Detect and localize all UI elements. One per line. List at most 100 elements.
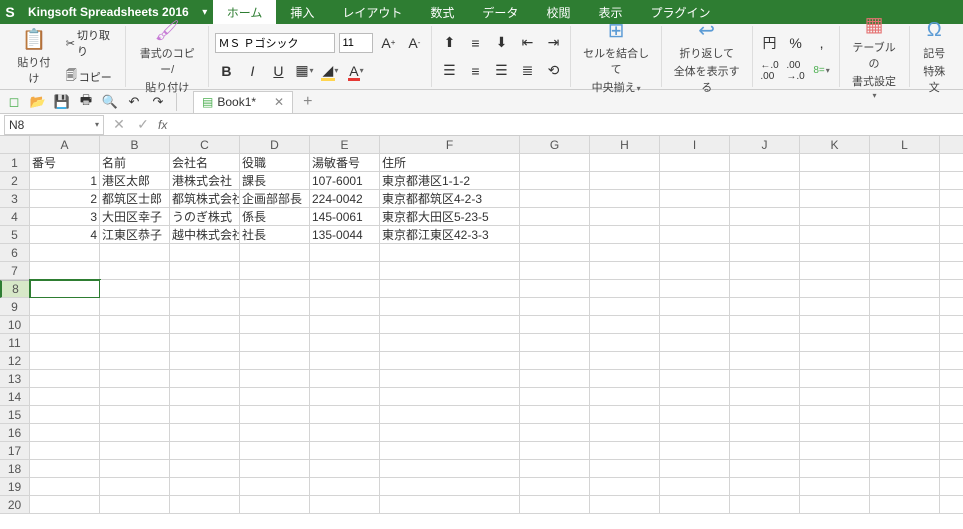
cell-H11[interactable] xyxy=(590,334,660,352)
cell-J2[interactable] xyxy=(730,172,800,190)
cell-L15[interactable] xyxy=(870,406,940,424)
cell-G13[interactable] xyxy=(520,370,590,388)
save-button[interactable]: 💾 xyxy=(52,92,72,112)
cell-B18[interactable] xyxy=(100,460,170,478)
cell-K12[interactable] xyxy=(800,352,870,370)
cell-L5[interactable] xyxy=(870,226,940,244)
col-header-G[interactable]: G xyxy=(520,136,590,154)
cell-K20[interactable] xyxy=(800,496,870,514)
align-bottom-button[interactable]: ⬇ xyxy=(490,32,512,54)
cell-H19[interactable] xyxy=(590,478,660,496)
cell-J20[interactable] xyxy=(730,496,800,514)
cell-D15[interactable] xyxy=(240,406,310,424)
cell-K6[interactable] xyxy=(800,244,870,262)
cell-L8[interactable] xyxy=(870,280,940,298)
cell-A17[interactable] xyxy=(30,442,100,460)
row-header-9[interactable]: 9 xyxy=(0,298,30,316)
cell-C9[interactable] xyxy=(170,298,240,316)
cell-I16[interactable] xyxy=(660,424,730,442)
cell-B14[interactable] xyxy=(100,388,170,406)
cell-K1[interactable] xyxy=(800,154,870,172)
new-file-button[interactable]: ◻ xyxy=(4,92,24,112)
cell-J14[interactable] xyxy=(730,388,800,406)
cell-I15[interactable] xyxy=(660,406,730,424)
cell-J6[interactable] xyxy=(730,244,800,262)
cell-B8[interactable] xyxy=(100,280,170,298)
table-style-button[interactable]: ▦ テーブルの 書式設定▾ xyxy=(846,11,903,103)
col-header-D[interactable]: D xyxy=(240,136,310,154)
cell-H13[interactable] xyxy=(590,370,660,388)
underline-button[interactable]: U xyxy=(267,60,289,82)
row-header-10[interactable]: 10 xyxy=(0,316,30,334)
cell-H2[interactable] xyxy=(590,172,660,190)
cell-J4[interactable] xyxy=(730,208,800,226)
cell-C7[interactable] xyxy=(170,262,240,280)
cell-B9[interactable] xyxy=(100,298,170,316)
paste-button[interactable]: 📋 貼り付け xyxy=(10,26,58,88)
cell-A9[interactable] xyxy=(30,298,100,316)
cell-D6[interactable] xyxy=(240,244,310,262)
cell-B15[interactable] xyxy=(100,406,170,424)
cell-H3[interactable] xyxy=(590,190,660,208)
cell-D10[interactable] xyxy=(240,316,310,334)
cell-J3[interactable] xyxy=(730,190,800,208)
cell-L13[interactable] xyxy=(870,370,940,388)
cell-E18[interactable] xyxy=(310,460,380,478)
tab-insert[interactable]: 挿入 xyxy=(276,0,328,24)
cell-M5[interactable] xyxy=(940,226,963,244)
cell-E6[interactable] xyxy=(310,244,380,262)
row-header-6[interactable]: 6 xyxy=(0,244,30,262)
cell-I5[interactable] xyxy=(660,226,730,244)
cell-G18[interactable] xyxy=(520,460,590,478)
cell-L1[interactable] xyxy=(870,154,940,172)
cell-J10[interactable] xyxy=(730,316,800,334)
cell-J12[interactable] xyxy=(730,352,800,370)
cell-B1[interactable]: 名前 xyxy=(100,154,170,172)
cell-E19[interactable] xyxy=(310,478,380,496)
cell-G19[interactable] xyxy=(520,478,590,496)
cell-I14[interactable] xyxy=(660,388,730,406)
cell-H12[interactable] xyxy=(590,352,660,370)
cell-H6[interactable] xyxy=(590,244,660,262)
wrap-text-button[interactable]: ↩ 折り返して 全体を表示する xyxy=(668,17,746,97)
cell-K15[interactable] xyxy=(800,406,870,424)
cell-C2[interactable]: 港株式会社 xyxy=(170,172,240,190)
cell-M1[interactable] xyxy=(940,154,963,172)
cell-C17[interactable] xyxy=(170,442,240,460)
cell-C13[interactable] xyxy=(170,370,240,388)
copy-button[interactable]: 🗐 コピー xyxy=(62,65,119,88)
redo-button[interactable]: ↷ xyxy=(148,92,168,112)
cell-M3[interactable] xyxy=(940,190,963,208)
cell-H17[interactable] xyxy=(590,442,660,460)
indent-increase-button[interactable]: ⇥ xyxy=(542,32,564,54)
tab-layout[interactable]: レイアウト xyxy=(328,0,416,24)
cell-L7[interactable] xyxy=(870,262,940,280)
percent-button[interactable]: % xyxy=(785,32,807,54)
cell-F17[interactable] xyxy=(380,442,520,460)
cell-A19[interactable] xyxy=(30,478,100,496)
cell-D20[interactable] xyxy=(240,496,310,514)
cell-C8[interactable] xyxy=(170,280,240,298)
document-tab[interactable]: ▤ Book1* ✕ xyxy=(193,91,293,113)
cell-J11[interactable] xyxy=(730,334,800,352)
cell-A4[interactable]: 3 xyxy=(30,208,100,226)
cell-F10[interactable] xyxy=(380,316,520,334)
cell-M18[interactable] xyxy=(940,460,963,478)
font-size-select[interactable] xyxy=(339,33,373,53)
cell-H16[interactable] xyxy=(590,424,660,442)
cell-L4[interactable] xyxy=(870,208,940,226)
cell-D11[interactable] xyxy=(240,334,310,352)
cell-C12[interactable] xyxy=(170,352,240,370)
cell-A12[interactable] xyxy=(30,352,100,370)
cell-C19[interactable] xyxy=(170,478,240,496)
cell-H15[interactable] xyxy=(590,406,660,424)
cell-K17[interactable] xyxy=(800,442,870,460)
cell-K16[interactable] xyxy=(800,424,870,442)
cell-F19[interactable] xyxy=(380,478,520,496)
cell-D14[interactable] xyxy=(240,388,310,406)
cell-L3[interactable] xyxy=(870,190,940,208)
cell-J7[interactable] xyxy=(730,262,800,280)
cell-C6[interactable] xyxy=(170,244,240,262)
cell-L14[interactable] xyxy=(870,388,940,406)
cell-I2[interactable] xyxy=(660,172,730,190)
